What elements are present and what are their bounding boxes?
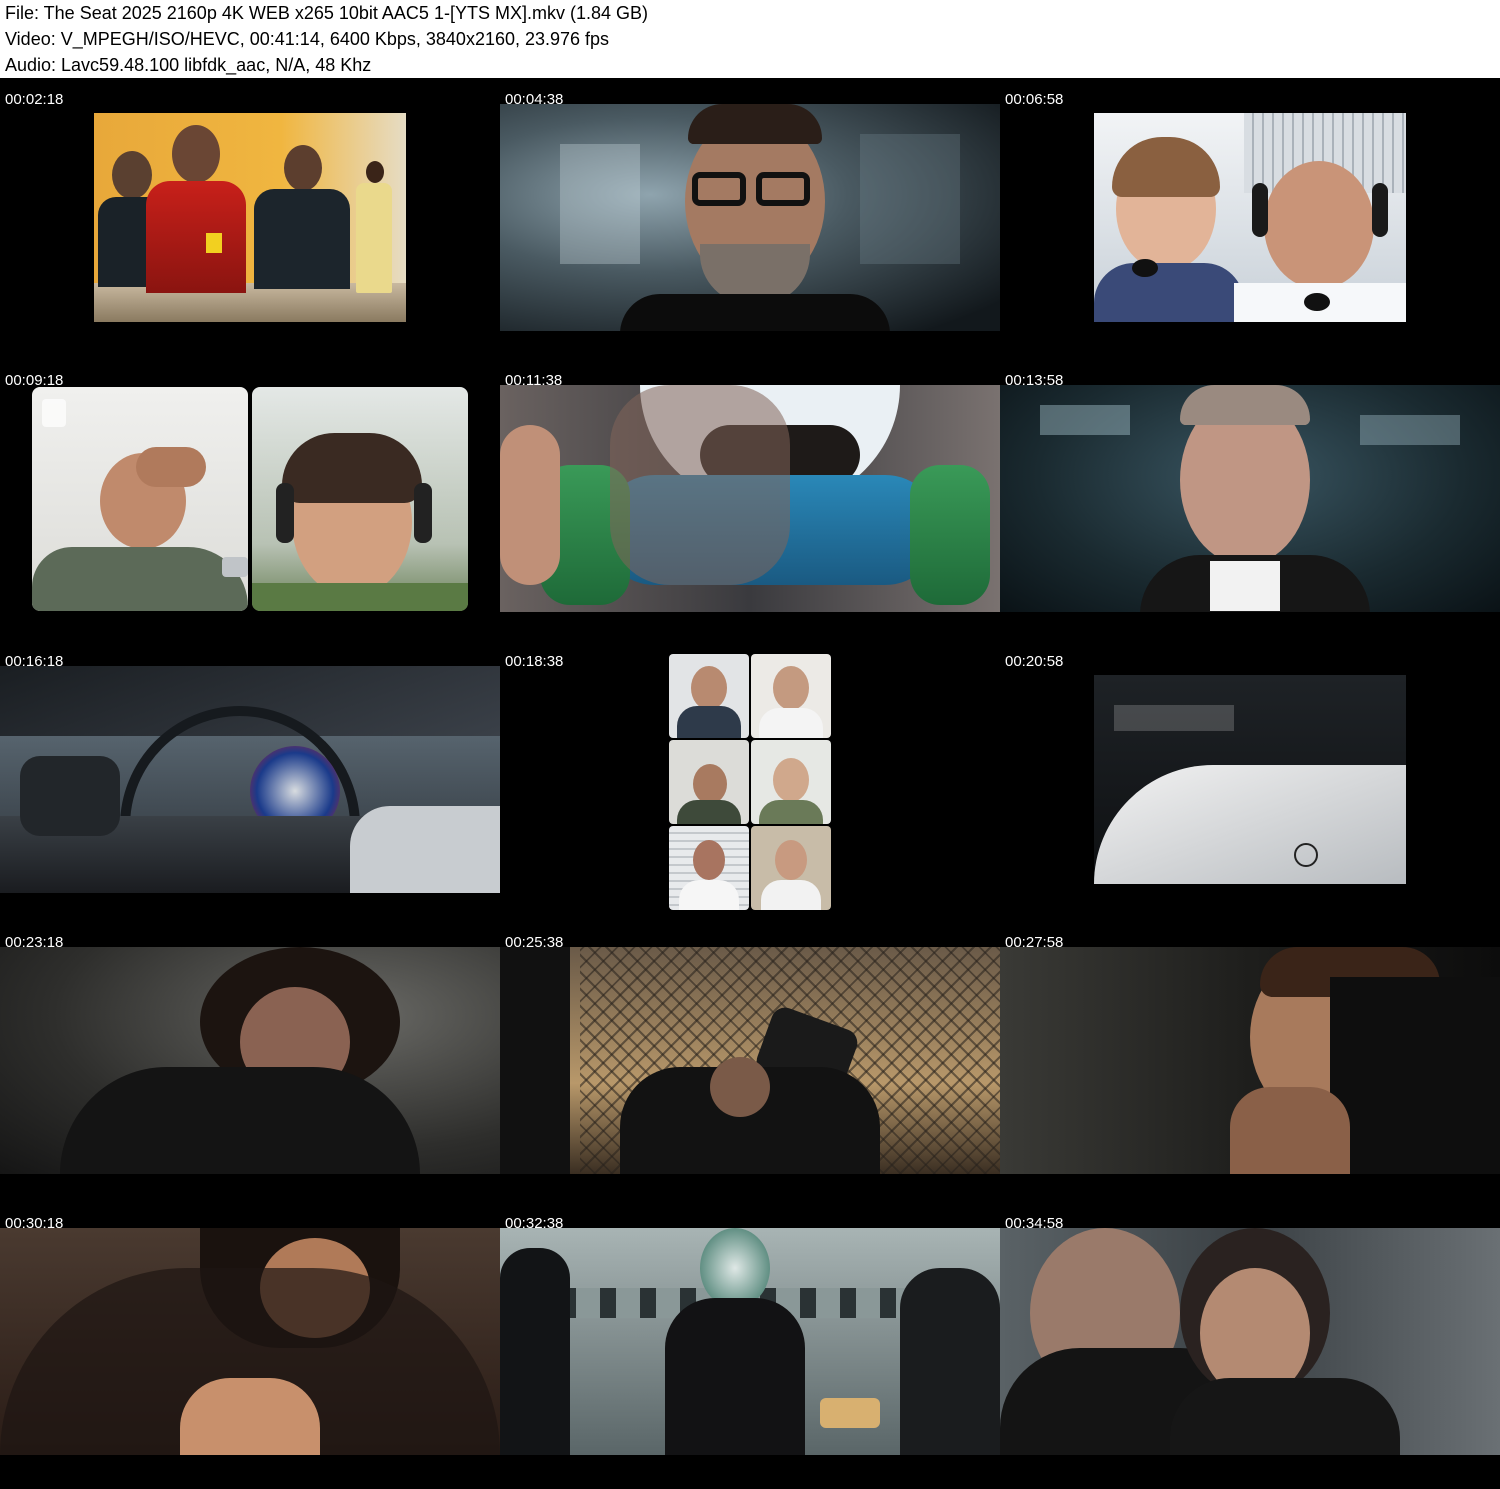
video-frame bbox=[669, 740, 749, 824]
thumbnail: 00:13:58 bbox=[1000, 365, 1500, 646]
video-frame bbox=[1094, 675, 1406, 884]
timestamp: 00:09:18 bbox=[5, 372, 64, 389]
timestamp: 00:02:18 bbox=[5, 91, 64, 108]
thumbnail: 00:04:38 bbox=[500, 84, 1000, 365]
video-frame bbox=[669, 826, 749, 910]
video-frame bbox=[500, 947, 1000, 1174]
audio-info-line: Audio: Lavc59.48.100 libfdk_aac, N/A, 48… bbox=[5, 55, 372, 75]
timestamp: 00:13:58 bbox=[1005, 372, 1064, 389]
thumbnail: 00:23:18 bbox=[0, 927, 500, 1208]
video-frame bbox=[0, 947, 500, 1174]
thumbnail: 00:18:38 bbox=[500, 646, 1000, 927]
thumbnail: 00:30:18 bbox=[0, 1208, 500, 1489]
file-info-line: File: The Seat 2025 2160p 4K WEB x265 10… bbox=[5, 3, 648, 23]
timestamp: 00:27:58 bbox=[1005, 934, 1064, 951]
video-frame bbox=[500, 385, 1000, 612]
video-frame bbox=[252, 387, 468, 611]
video-frame bbox=[751, 654, 831, 738]
video-info-line: Video: V_MPEGH/ISO/HEVC, 00:41:14, 6400 … bbox=[5, 29, 610, 49]
file-info-header: File: The Seat 2025 2160p 4K WEB x265 10… bbox=[0, 0, 1500, 78]
timestamp: 00:20:58 bbox=[1005, 653, 1064, 670]
timestamp: 00:18:38 bbox=[505, 653, 564, 670]
thumbnail: 00:27:58 bbox=[1000, 927, 1500, 1208]
video-frame bbox=[500, 1228, 1000, 1455]
video-frame bbox=[94, 113, 406, 322]
thumbnail: 00:16:18 bbox=[0, 646, 500, 927]
video-frame bbox=[1000, 947, 1500, 1174]
thumbnail: 00:32:38 bbox=[500, 1208, 1000, 1489]
video-frame bbox=[751, 826, 831, 910]
timestamp: 00:11:38 bbox=[505, 372, 563, 389]
timestamp: 00:32:38 bbox=[505, 1215, 564, 1232]
video-frame bbox=[1000, 1228, 1500, 1455]
timestamp: 00:23:18 bbox=[5, 934, 64, 951]
video-frame bbox=[0, 1228, 500, 1455]
timestamp: 00:06:58 bbox=[1005, 91, 1064, 108]
video-frame bbox=[669, 654, 749, 738]
thumbnail: 00:02:18 bbox=[0, 84, 500, 365]
video-frame bbox=[32, 387, 248, 611]
video-frame bbox=[1000, 385, 1500, 612]
timestamp: 00:34:58 bbox=[1005, 1215, 1064, 1232]
timestamp: 00:30:18 bbox=[5, 1215, 64, 1232]
timestamp: 00:16:18 bbox=[5, 653, 64, 670]
video-frame bbox=[1094, 113, 1406, 322]
thumbnail: 00:06:58 bbox=[1000, 84, 1500, 365]
video-frame bbox=[751, 740, 831, 824]
thumbnail: 00:25:38 bbox=[500, 927, 1000, 1208]
thumbnail: 00:09:18 bbox=[0, 365, 500, 646]
thumbnail: 00:11:38 bbox=[500, 365, 1000, 646]
thumbnail: 00:20:58 bbox=[1000, 646, 1500, 927]
video-frame bbox=[0, 666, 500, 893]
thumbnail: 00:34:58 bbox=[1000, 1208, 1500, 1489]
timestamp: 00:25:38 bbox=[505, 934, 564, 951]
video-frame bbox=[500, 104, 1000, 331]
timestamp: 00:04:38 bbox=[505, 91, 564, 108]
